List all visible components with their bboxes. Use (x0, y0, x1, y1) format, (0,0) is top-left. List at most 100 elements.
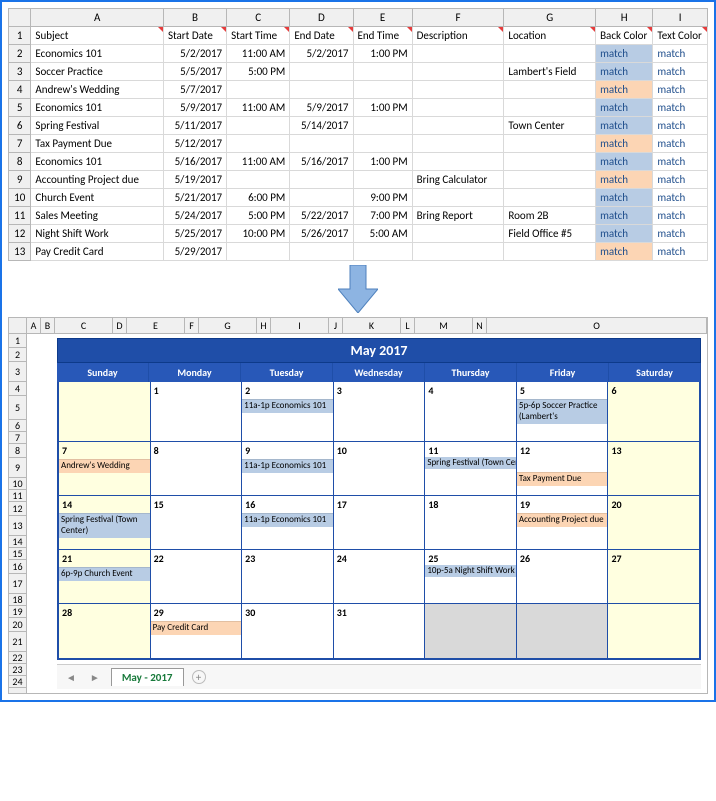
cell[interactable]: 5:00 PM (227, 63, 290, 81)
cell[interactable]: Lambert's Field (504, 63, 596, 81)
calendar-day[interactable]: 20 (608, 496, 699, 549)
calendar-day[interactable]: 30 (242, 604, 334, 658)
cell[interactable]: 1:00 PM (353, 153, 412, 171)
calendar-event[interactable]: 11a-1p Economics 101 (242, 399, 333, 413)
cell[interactable]: 5:00 PM (227, 207, 290, 225)
cell[interactable] (412, 63, 504, 81)
cell[interactable]: 5/2/2017 (163, 45, 226, 63)
cell[interactable] (290, 189, 353, 207)
cell[interactable]: 11:00 AM (227, 45, 290, 63)
calendar-day[interactable]: 3 (334, 382, 426, 441)
cell[interactable]: 5/14/2017 (290, 117, 353, 135)
cell[interactable] (412, 45, 504, 63)
cell[interactable]: Room 2B (504, 207, 596, 225)
cell[interactable]: 5/11/2017 (163, 117, 226, 135)
cell[interactable] (504, 99, 596, 117)
cell[interactable]: 5/16/2017 (290, 153, 353, 171)
cell[interactable]: Economics 101 (31, 153, 164, 171)
cell[interactable]: 5/9/2017 (290, 99, 353, 117)
row-header[interactable]: 5 (9, 99, 31, 117)
cell[interactable]: match (653, 45, 708, 63)
cell[interactable]: match (653, 99, 708, 117)
sheet-tab-active[interactable]: May - 2017 (111, 668, 184, 686)
cell[interactable]: 7:00 PM (353, 207, 412, 225)
cell[interactable]: match (653, 207, 708, 225)
cal-col-letter[interactable]: M (415, 318, 473, 333)
cal-row-number[interactable]: 4 (9, 382, 26, 396)
cell[interactable] (227, 81, 290, 99)
cal-col-letter[interactable]: E (127, 318, 185, 333)
calendar-event[interactable]: Andrew's Wedding (59, 459, 150, 473)
add-sheet-button[interactable]: + (192, 670, 206, 684)
cell[interactable]: 1:00 PM (353, 45, 412, 63)
cell[interactable]: 1:00 PM (353, 99, 412, 117)
cell[interactable] (504, 189, 596, 207)
cell[interactable]: 5/16/2017 (163, 153, 226, 171)
calendar-day[interactable]: 13 (608, 442, 699, 495)
cell[interactable]: 11:00 AM (227, 153, 290, 171)
cell[interactable]: match (596, 81, 653, 99)
cell[interactable]: match (653, 225, 708, 243)
calendar-day[interactable]: 18 (425, 496, 517, 549)
calendar-day[interactable]: 4 (425, 382, 517, 441)
cell[interactable] (412, 99, 504, 117)
cell[interactable]: Church Event (31, 189, 164, 207)
cal-row-number[interactable]: 15 (9, 548, 26, 560)
calendar-day[interactable] (59, 382, 151, 441)
cell[interactable] (353, 135, 412, 153)
cal-row-number[interactable]: 24 (9, 676, 26, 688)
tab-prev-icon[interactable]: ◄ (63, 671, 79, 684)
calendar-day[interactable]: 216p-9p Church Event (59, 550, 151, 603)
cell[interactable]: match (653, 63, 708, 81)
row-header[interactable]: 12 (9, 225, 31, 243)
cell[interactable]: match (596, 243, 653, 261)
header-cell[interactable]: Text Color (653, 27, 708, 45)
cell[interactable] (290, 243, 353, 261)
col-B[interactable]: B (163, 9, 226, 27)
cal-row-number[interactable]: 13 (9, 516, 26, 536)
cal-row-number[interactable]: 20 (9, 618, 26, 632)
cell[interactable]: match (596, 45, 653, 63)
header-cell[interactable]: Start Date (163, 27, 226, 45)
cal-col-letter[interactable]: L (401, 318, 415, 333)
cell[interactable] (412, 225, 504, 243)
header-cell[interactable]: End Time (353, 27, 412, 45)
col-D[interactable]: D (290, 9, 353, 27)
header-cell[interactable]: End Date (290, 27, 353, 45)
cell[interactable]: Soccer Practice (31, 63, 164, 81)
cell[interactable]: Tax Payment Due (31, 135, 164, 153)
calendar-event-span[interactable]: Spring Festival (Town Center) (425, 457, 517, 469)
cal-col-letter[interactable]: G (199, 318, 257, 333)
cell[interactable] (227, 171, 290, 189)
row-header[interactable]: 7 (9, 135, 31, 153)
cell[interactable]: Pay Credit Card (31, 243, 164, 261)
cell[interactable] (504, 135, 596, 153)
row-header[interactable]: 9 (9, 171, 31, 189)
cell[interactable] (290, 171, 353, 189)
tab-next-icon[interactable]: ► (87, 671, 103, 684)
cal-col-letter[interactable]: D (113, 318, 127, 333)
col-E[interactable]: E (353, 9, 412, 27)
row-header[interactable]: 13 (9, 243, 31, 261)
cell[interactable]: Town Center (504, 117, 596, 135)
calendar-day[interactable]: 27 (608, 550, 699, 603)
cal-row-number[interactable]: 12 (9, 502, 26, 516)
cal-row-number[interactable]: 8 (9, 444, 26, 458)
cell[interactable] (290, 135, 353, 153)
row-header[interactable]: 8 (9, 153, 31, 171)
col-H[interactable]: H (596, 9, 653, 27)
calendar-day[interactable]: 11Spring Festival (Town Center) (425, 442, 517, 495)
calendar-day[interactable]: 10 (334, 442, 426, 495)
calendar-event[interactable]: 5p-6p Soccer Practice (Lambert's (517, 399, 608, 424)
calendar-day[interactable]: 29Pay Credit Card (151, 604, 243, 658)
cell[interactable]: Night Shift Work (31, 225, 164, 243)
calendar-day[interactable]: 12Tax Payment Due (517, 442, 609, 495)
cal-col-letter[interactable]: F (185, 318, 199, 333)
calendar-day[interactable]: 211a-1p Economics 101 (242, 382, 334, 441)
corner-cell[interactable] (9, 9, 31, 27)
cell[interactable] (353, 81, 412, 99)
cal-col-letter[interactable]: C (55, 318, 113, 333)
header-cell[interactable]: Subject (31, 27, 164, 45)
cell[interactable]: match (596, 99, 653, 117)
calendar-event[interactable]: 6p-9p Church Event (59, 567, 150, 581)
